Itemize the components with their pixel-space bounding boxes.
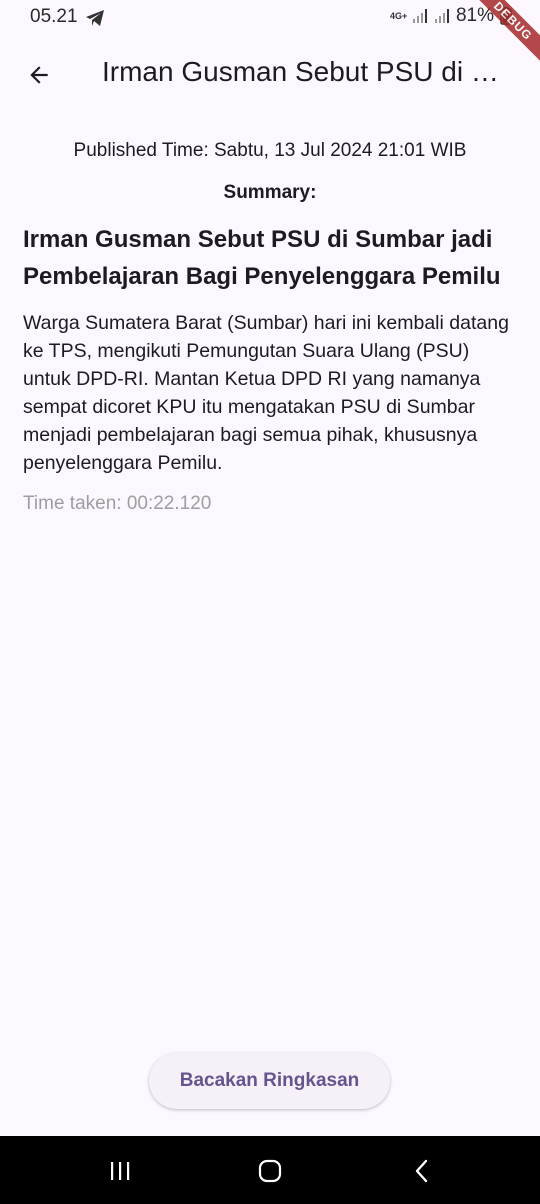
screen: 05.21 4G+ 81% DEBUG Irman Gusman Sebut P… <box>0 0 540 1204</box>
read-summary-button[interactable]: Bacakan Ringkasan <box>149 1053 390 1109</box>
nav-back-button[interactable] <box>402 1154 442 1188</box>
status-time: 05.21 <box>30 6 78 27</box>
signal-icon <box>434 9 449 23</box>
published-time: Published Time: Sabtu, 13 Jul 2024 21:01… <box>73 140 467 161</box>
status-bar: 05.21 4G+ 81% <box>0 0 540 36</box>
back-button[interactable] <box>14 50 64 100</box>
summary-label: Summary: <box>223 182 317 203</box>
network-type: 4G+ <box>389 10 408 21</box>
page-title: Irman Gusman Sebut PSU di Sumbar jadi Pe… <box>102 56 514 87</box>
home-icon <box>258 1159 282 1183</box>
telegram-icon <box>86 10 104 26</box>
recents-button[interactable] <box>100 1154 140 1188</box>
navigation-bar <box>0 1136 540 1204</box>
back-icon <box>415 1159 428 1183</box>
arrow-left-icon <box>30 66 48 84</box>
signal-icon <box>412 9 427 23</box>
app-bar: Irman Gusman Sebut PSU di Sumbar jadi Pe… <box>0 36 540 114</box>
article-headline: Irman Gusman Sebut PSU di Sumbar jadi Pe… <box>23 226 501 290</box>
recents-icon <box>111 1162 130 1180</box>
time-taken: Time taken: 00:22.120 <box>23 493 212 514</box>
summary-text: Warga Sumatera Barat (Sumbar) hari ini k… <box>23 312 509 474</box>
home-button[interactable] <box>250 1154 290 1188</box>
